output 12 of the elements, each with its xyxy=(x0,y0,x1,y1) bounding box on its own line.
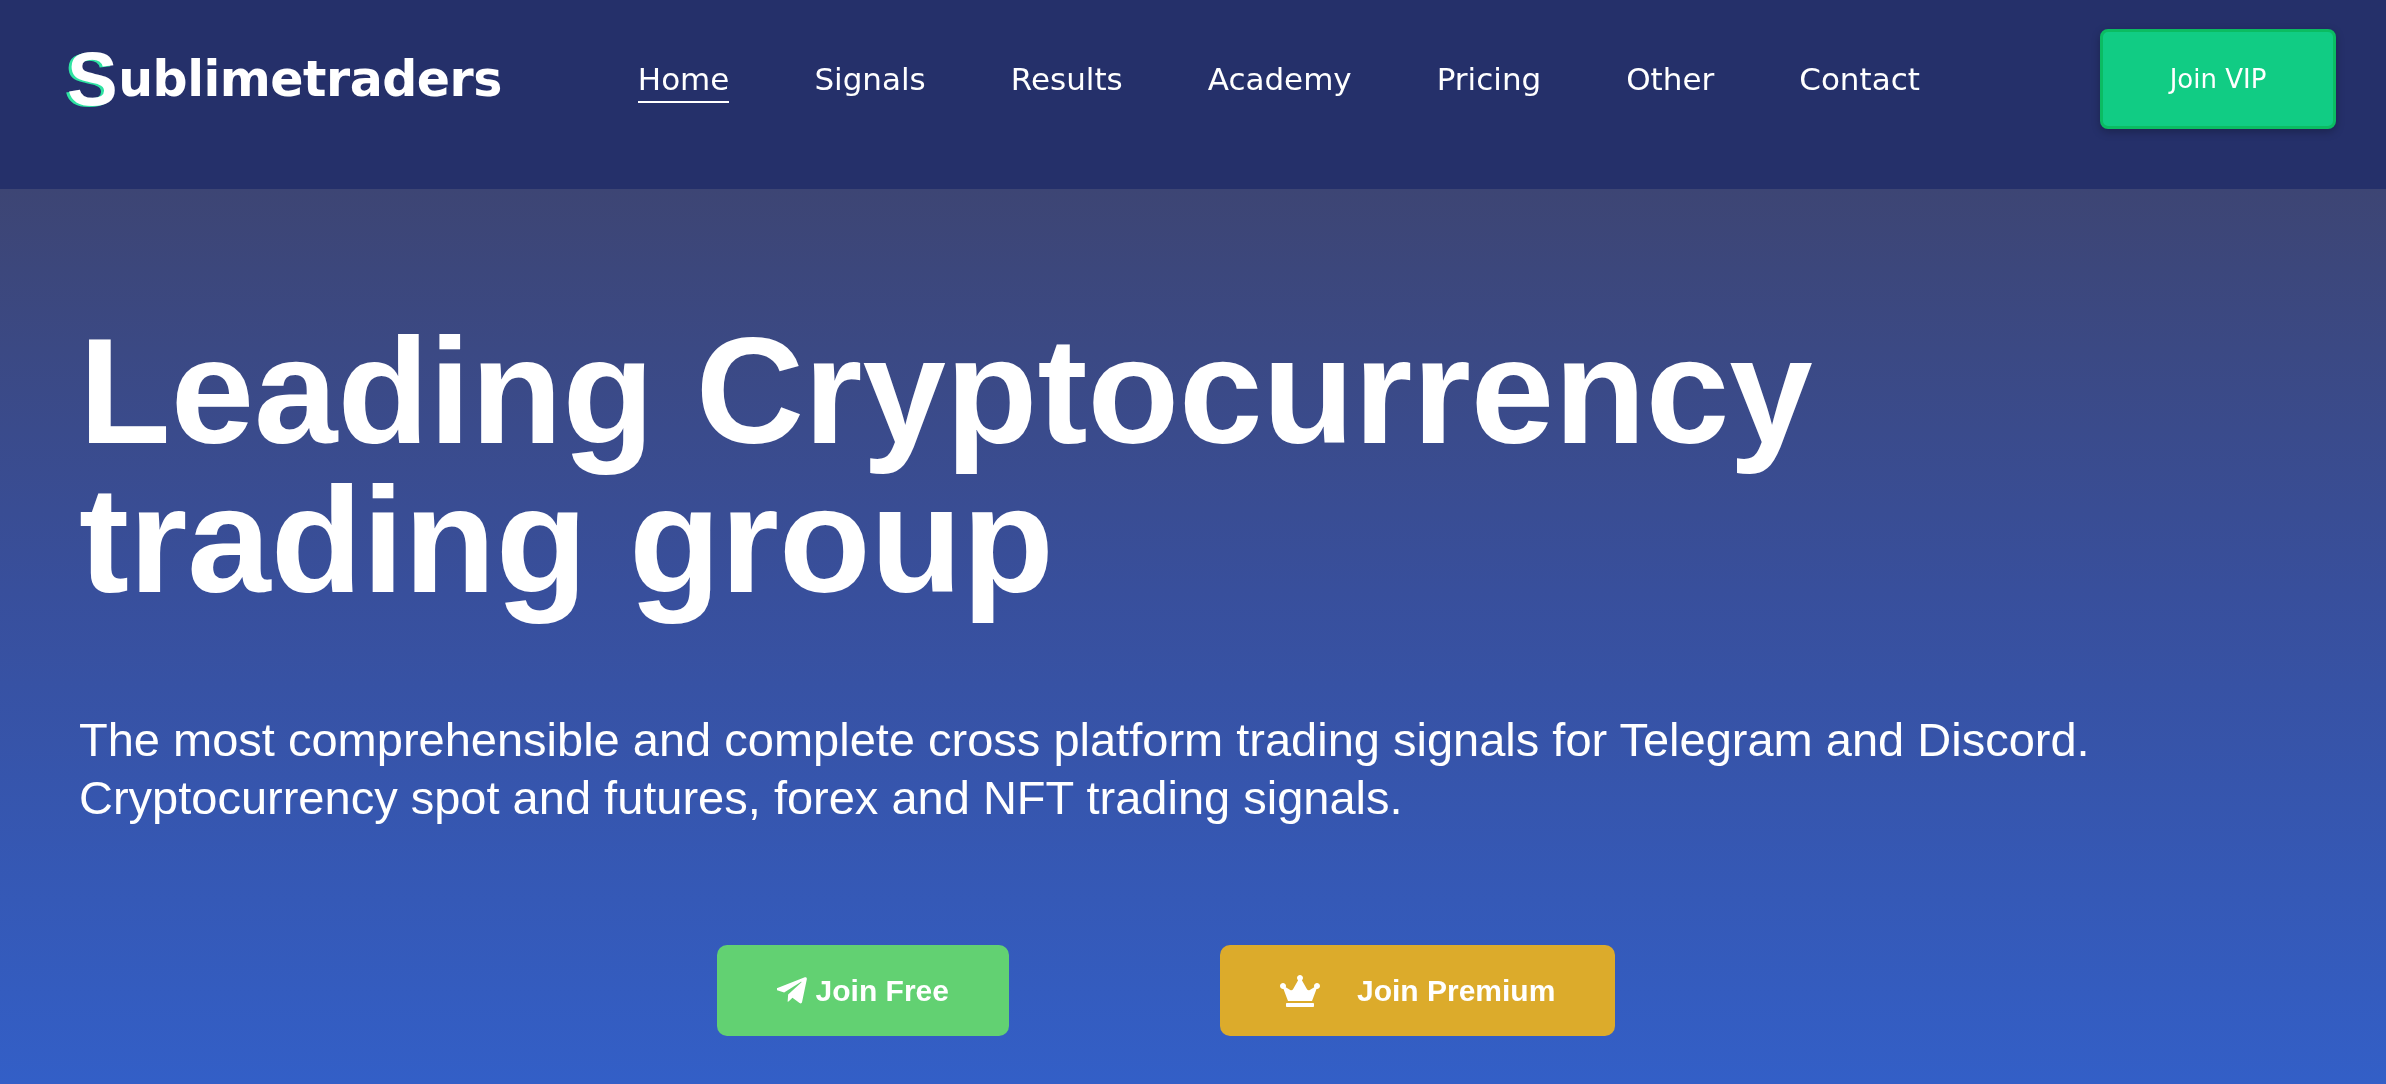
nav-link[interactable]: Academy xyxy=(1207,55,1352,103)
nav-link[interactable]: Other xyxy=(1626,55,1715,103)
paper-plane-icon xyxy=(776,977,807,1004)
hero-subtitle: The most comprehensible and complete cross platform trading signals for Telegram and Discord. Cryptocurrency spot and futures, forex and NFT trading signals. xyxy=(79,712,2091,826)
logo[interactable]: Sublimetraders xyxy=(64,29,502,129)
nav-link[interactable]: Contact xyxy=(1799,55,1920,103)
crown-icon xyxy=(1280,974,1320,1007)
nav-link[interactable]: Home xyxy=(637,55,730,103)
hero-heading: Leading Cryptocurrency trading group xyxy=(79,317,1814,626)
nav-link[interactable]: Signals xyxy=(814,55,926,103)
nav-link[interactable]: Pricing xyxy=(1436,55,1542,103)
nav-link[interactable]: Results xyxy=(1010,55,1123,103)
